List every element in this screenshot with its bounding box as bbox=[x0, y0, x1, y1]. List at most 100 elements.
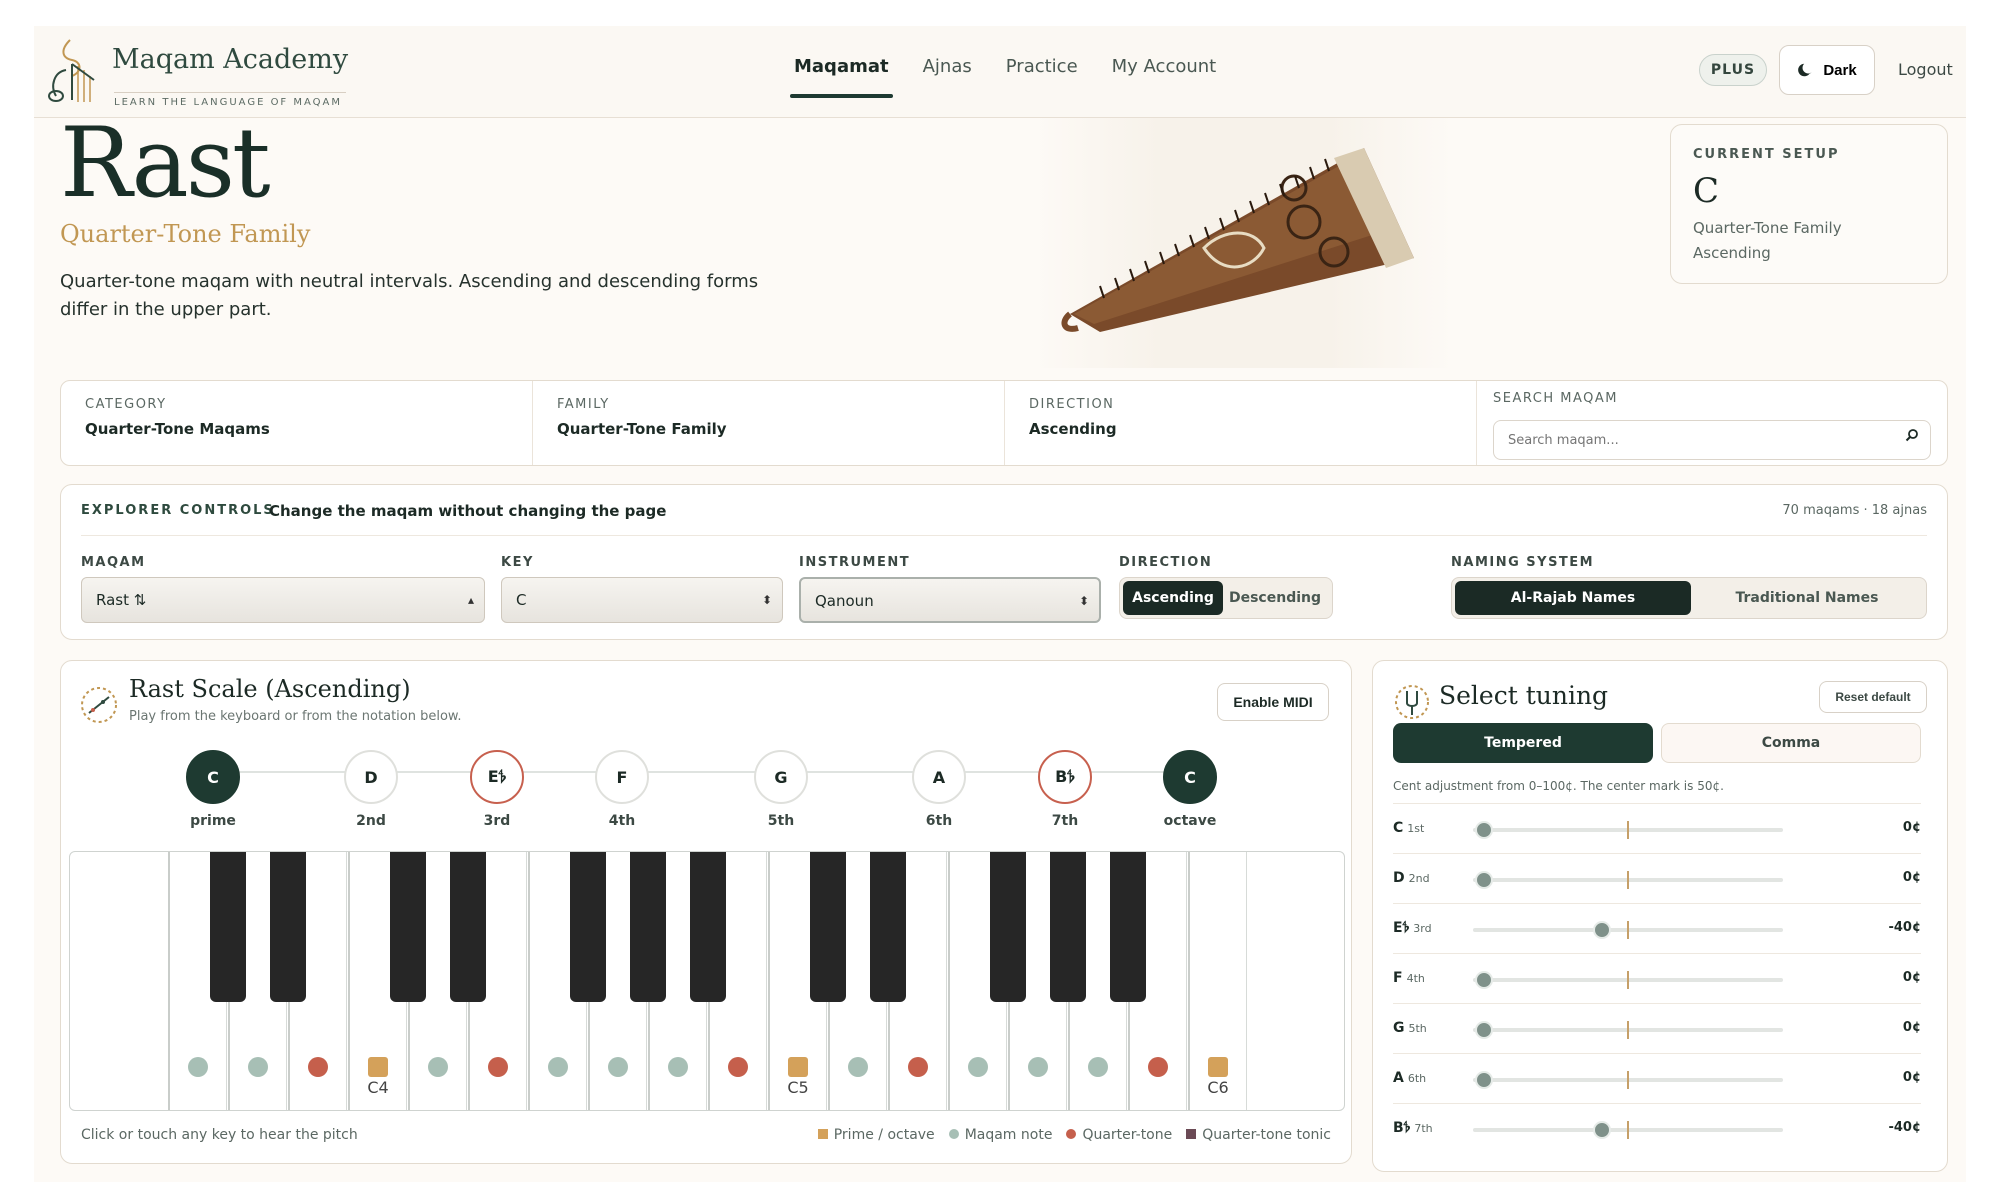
scale-degree-label: octave bbox=[1163, 813, 1217, 829]
logout-link[interactable]: Logout bbox=[1898, 60, 1953, 79]
maqam-select-value: Rast ⇅ bbox=[96, 591, 147, 609]
direction-ascending-button[interactable]: Ascending bbox=[1123, 581, 1223, 615]
scale-note-5th[interactable]: G bbox=[754, 750, 808, 804]
tuning-panel: Select tuning Reset default Tempered Com… bbox=[1372, 660, 1948, 1172]
piano-black-key[interactable] bbox=[690, 852, 726, 1002]
cent-slider[interactable] bbox=[1473, 1071, 1783, 1089]
key-select[interactable]: C ⬍ bbox=[501, 577, 783, 623]
piano-black-key[interactable] bbox=[570, 852, 606, 1002]
legend-prime-octave: Prime / octave bbox=[817, 1127, 935, 1143]
enable-midi-button[interactable]: Enable MIDI bbox=[1217, 683, 1329, 721]
search-label: SEARCH MAQAM bbox=[1493, 391, 1618, 406]
scale-degree-label: 4th bbox=[608, 813, 636, 829]
page-title: Rast bbox=[60, 107, 271, 219]
nav-my-account[interactable]: My Account bbox=[1112, 56, 1217, 100]
scale-note-prime[interactable]: C bbox=[186, 750, 240, 804]
cent-slider[interactable] bbox=[1473, 971, 1783, 989]
search-maqam-input[interactable] bbox=[1493, 420, 1931, 460]
cent-slider-thumb[interactable] bbox=[1593, 1121, 1612, 1139]
scale-degree-label: 6th bbox=[925, 813, 953, 829]
legend-swatch bbox=[948, 1129, 959, 1139]
maqam-logo-icon[interactable] bbox=[42, 36, 102, 106]
cent-slider[interactable] bbox=[1473, 1121, 1783, 1139]
nav-maqamat[interactable]: Maqamat bbox=[790, 56, 893, 100]
piano-black-key[interactable] bbox=[810, 852, 846, 1002]
cent-slider-thumb[interactable] bbox=[1475, 1021, 1493, 1039]
scale-note-4th[interactable]: F bbox=[595, 750, 649, 804]
piano-black-key[interactable] bbox=[1110, 852, 1146, 1002]
family-label: FAMILY bbox=[557, 397, 610, 412]
piano-black-key[interactable] bbox=[870, 852, 906, 1002]
cent-slider-thumb[interactable] bbox=[1475, 871, 1493, 889]
center-mark bbox=[1627, 871, 1629, 889]
naming-al-rajab-button[interactable]: Al-Rajab Names bbox=[1455, 581, 1691, 615]
key-note-marker bbox=[1088, 1057, 1108, 1077]
tuning-comma-button[interactable]: Comma bbox=[1661, 723, 1921, 763]
scale-note-3rd[interactable]: E𝄳 bbox=[470, 750, 524, 804]
center-mark bbox=[1627, 921, 1629, 939]
nav-ajnas[interactable]: Ajnas bbox=[923, 56, 972, 100]
key-note-marker bbox=[848, 1057, 868, 1077]
cent-slider[interactable] bbox=[1473, 871, 1783, 889]
cent-slider[interactable] bbox=[1473, 921, 1783, 939]
maqam-select[interactable]: Rast ⇅ ▴ bbox=[81, 577, 485, 623]
family-cell: FAMILY Quarter-Tone Family bbox=[533, 381, 1005, 465]
select-arrows-icon: ⬍ bbox=[761, 593, 772, 607]
key-note-marker bbox=[188, 1057, 208, 1077]
piano-black-key[interactable] bbox=[270, 852, 306, 1002]
piano-black-key[interactable] bbox=[450, 852, 486, 1002]
cent-slider-thumb[interactable] bbox=[1475, 971, 1493, 989]
key-select-label: KEY bbox=[501, 555, 534, 570]
app-window: Maqam Academy LEARN THE LANGUAGE OF MAQA… bbox=[34, 26, 1966, 1182]
key-note-marker bbox=[668, 1057, 688, 1077]
brand-name[interactable]: Maqam Academy bbox=[112, 44, 348, 75]
cent-value: 0¢ bbox=[1902, 870, 1921, 885]
scale-panel: Rast Scale (Ascending) Play from the key… bbox=[60, 660, 1352, 1164]
tuning-note-label: F 4th bbox=[1393, 970, 1425, 986]
cent-slider[interactable] bbox=[1473, 821, 1783, 839]
scale-note-7th[interactable]: B𝄳 bbox=[1038, 750, 1092, 804]
piano-black-key[interactable] bbox=[1050, 852, 1086, 1002]
explorer-divider bbox=[81, 535, 1927, 536]
reset-default-button[interactable]: Reset default bbox=[1819, 681, 1927, 713]
cent-slider-thumb[interactable] bbox=[1475, 1071, 1493, 1089]
nav-practice[interactable]: Practice bbox=[1006, 56, 1078, 100]
tuning-tempered-button[interactable]: Tempered bbox=[1393, 723, 1653, 763]
direction-toggle: Ascending Descending bbox=[1119, 577, 1333, 619]
piano-keyboard[interactable]: C4 C5 C6 bbox=[69, 851, 1345, 1111]
key-select-value: C bbox=[516, 591, 527, 609]
piano-black-key[interactable] bbox=[210, 852, 246, 1002]
instrument-select[interactable]: Qanoun ⬍ bbox=[799, 577, 1101, 623]
cent-slider-thumb[interactable] bbox=[1593, 921, 1612, 939]
piano-black-key[interactable] bbox=[390, 852, 426, 1002]
tuning-note-ordinal: 4th bbox=[1406, 972, 1425, 985]
key-note-marker bbox=[728, 1057, 748, 1077]
scale-panel-icon bbox=[81, 687, 117, 723]
scale-note-2nd[interactable]: D bbox=[344, 750, 398, 804]
tuning-note-label: E𝄳 3rd bbox=[1393, 920, 1432, 936]
tuning-note-name: G bbox=[1393, 1020, 1405, 1036]
legend-quarter-tone: Quarter-tone bbox=[1066, 1127, 1172, 1143]
legend-quarter-tone-tonic: Quarter-tone tonic bbox=[1186, 1127, 1331, 1143]
tuning-row: C 1st 0¢ bbox=[1393, 803, 1921, 853]
plus-badge: PLUS bbox=[1699, 54, 1767, 86]
current-setup-label: CURRENT SETUP bbox=[1693, 147, 1840, 162]
select-arrows-icon: ▴ bbox=[467, 593, 474, 607]
direction-descending-button[interactable]: Descending bbox=[1223, 581, 1327, 615]
scale-note-6th[interactable]: A bbox=[912, 750, 966, 804]
current-setup-card: CURRENT SETUP C Quarter-Tone Family Asce… bbox=[1670, 124, 1948, 284]
maqam-select-label: MAQAM bbox=[81, 555, 146, 570]
cent-slider[interactable] bbox=[1473, 1021, 1783, 1039]
dark-mode-button[interactable]: Dark bbox=[1779, 45, 1875, 95]
naming-traditional-button[interactable]: Traditional Names bbox=[1691, 581, 1923, 615]
piano-black-key[interactable] bbox=[990, 852, 1026, 1002]
tuning-row: G 5th 0¢ bbox=[1393, 1003, 1921, 1053]
key-note-marker bbox=[1028, 1057, 1048, 1077]
cent-slider-thumb[interactable] bbox=[1475, 821, 1493, 839]
search-icon[interactable] bbox=[1905, 428, 1919, 442]
tuning-note-name: C bbox=[1393, 820, 1404, 836]
family-value: Quarter-Tone Family bbox=[557, 420, 727, 438]
piano-black-key[interactable] bbox=[630, 852, 666, 1002]
legend-maqam-note: Maqam note bbox=[948, 1127, 1052, 1143]
scale-note-octave[interactable]: C bbox=[1163, 750, 1217, 804]
